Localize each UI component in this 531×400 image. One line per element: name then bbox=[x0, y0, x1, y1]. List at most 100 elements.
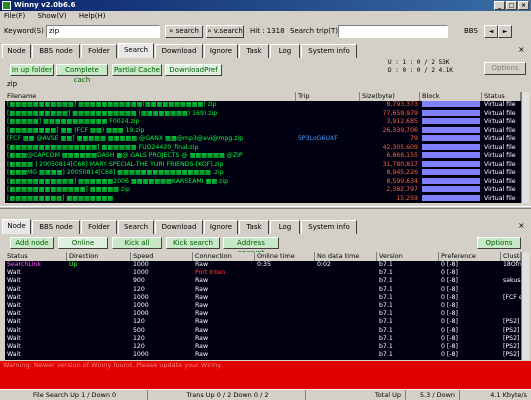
status-cell: Virtual file bbox=[484, 135, 516, 142]
search-result-row[interactable]: [▦▦▦▦▦▦▦▦▦] ▦▦▦▦▦▦▦▦ 15,259 Virtual file bbox=[5, 194, 521, 203]
col-no-data-time[interactable]: No data time bbox=[315, 252, 377, 261]
search-result-row[interactable]: [FCF ▦▦ @AVSE ▦▦] ▦▦▦▦▦ ▦▦▦▦▦ @GANX ▦▦@m… bbox=[5, 135, 521, 143]
search-results-scrollbar[interactable] bbox=[521, 92, 529, 203]
node-row[interactable]: Wait 1000 Raw b7.1 0 [-8] [FCF e bbox=[5, 294, 521, 302]
search-result-row[interactable]: [▦▦▦▦▦▦▦▦▦▦▦] ▦▦▦▦▦▦▦▦▦▦▦(▦▦▦▦▦▦▦▦▦▦) zi… bbox=[5, 101, 521, 109]
node-row[interactable]: Wait 120 Raw b7.1 0 [-8] [PS2] bbox=[5, 335, 521, 343]
search-result-row[interactable]: [▦▦▦▦▦▦▦▦▦▦] ▦▦▦▦▦▦▦▦▦▦▦ (▦▦▦▦▦▦▦▦) 169)… bbox=[5, 109, 521, 118]
tab-system-info[interactable]: System info bbox=[301, 220, 357, 234]
bottom-tab-strip: Node BBS node Folder Search Download Ign… bbox=[2, 219, 522, 234]
maximize-button[interactable]: □ bbox=[506, 1, 517, 10]
size-cell: 15,259 bbox=[396, 194, 418, 202]
col-direction[interactable]: Direction bbox=[67, 252, 131, 261]
tab-log[interactable]: Log bbox=[270, 220, 300, 234]
kick-search-button[interactable]: Kick search bbox=[166, 237, 220, 249]
col-status[interactable]: Status bbox=[5, 252, 67, 261]
tab-search[interactable]: Search bbox=[118, 43, 154, 58]
col-trip[interactable]: Trip bbox=[296, 92, 360, 101]
minimize-button[interactable]: _ bbox=[494, 1, 505, 10]
search-result-row[interactable]: [▦▦▦▦▦▦▦▦▦▦▦] ▦▦▦▦▦▦2006 ▦▦▦▦▦▦▦KARSEAMI… bbox=[5, 177, 521, 186]
tab-search[interactable]: Search bbox=[118, 220, 154, 234]
node-row[interactable]: Wait 120 Raw b7.1 0 [-8] [PS2] bbox=[5, 343, 521, 351]
node-row[interactable]: Wait 1000 Port Inten b7.1 0 [-8] bbox=[5, 269, 521, 277]
tab-task[interactable]: Task bbox=[239, 220, 269, 234]
node-status-cell: Wait bbox=[7, 277, 21, 285]
block-progress-bar bbox=[422, 143, 480, 150]
splitter[interactable] bbox=[0, 206, 531, 209]
col-version[interactable]: Version bbox=[377, 252, 439, 261]
tab-system-info[interactable]: System info bbox=[301, 44, 357, 58]
tab-task[interactable]: Task bbox=[239, 44, 269, 58]
close-button[interactable]: × bbox=[518, 1, 529, 10]
search-result-row[interactable]: [▦▦▦MG ▦▦▦▦] 20050814[C68] ▦▦▦▦▦▦▦▦▦▦▦▦▦… bbox=[5, 169, 521, 177]
node-row[interactable]: SearchLink Up 1000 Raw 0:35 0:02 b7.1 0 [-8] 18O… bbox=[5, 261, 521, 269]
online-button[interactable]: Online bbox=[58, 237, 108, 249]
add-node-button[interactable]: Add node bbox=[10, 237, 54, 249]
node-list-grid: SearchLink Up 1000 Raw 0:35 0:02 b7.1 0 [-8] 18O… bbox=[5, 261, 521, 360]
tab-folder[interactable]: Folder bbox=[81, 220, 117, 234]
tab-ignore[interactable]: Ignore bbox=[204, 220, 238, 234]
col-preference[interactable]: Preference bbox=[439, 252, 501, 261]
node-row[interactable]: Wait 1000 Raw b7.1 0 [-8] bbox=[5, 310, 521, 318]
search-result-row[interactable]: [▦▦▦▦▦▦▦▦] ▦▦ (FCF ▦▦) ▦▦▦ 19.zip 26,339,… bbox=[5, 126, 521, 135]
tab-download[interactable]: Download bbox=[155, 220, 203, 234]
bottom-options-button[interactable]: Options bbox=[477, 237, 521, 249]
vsearch-button[interactable]: » v.search bbox=[206, 25, 244, 38]
complete-cache-button[interactable]: Complete cach bbox=[56, 64, 108, 84]
node-row[interactable]: Wait 1000 Raw b7.1 0 [-8] bbox=[5, 302, 521, 310]
kick-all-button[interactable]: Kick all bbox=[112, 237, 162, 249]
bbs-prev-button[interactable]: ◄ bbox=[484, 25, 498, 38]
node-row[interactable]: Wait 500 Raw b7.1 0 [-8] [PS2] bbox=[5, 327, 521, 335]
status-cell: Virtual file bbox=[484, 143, 516, 151]
close-bottom-panel-icon[interactable]: × bbox=[518, 221, 525, 231]
bbs-next-button[interactable]: ► bbox=[498, 25, 512, 38]
col-status[interactable]: Status bbox=[482, 92, 521, 101]
status-cell: Virtual file bbox=[484, 152, 516, 159]
col-online-time[interactable]: Online time bbox=[255, 252, 315, 261]
in-up-folder-button[interactable]: In up folder bbox=[10, 64, 54, 76]
address-encrypt-button[interactable]: Address encrypt bbox=[223, 237, 279, 257]
search-result-row[interactable]: [▦▦▦▦▦▦▦▦▦▦▦▦▦] ▦▦▦▦▦ zip 2,382,797 Virtua… bbox=[5, 186, 521, 194]
keyword-input[interactable]: zip bbox=[46, 25, 160, 38]
node-speed-cell: 120 bbox=[133, 318, 145, 326]
trip-input[interactable] bbox=[338, 25, 448, 38]
tab-folder[interactable]: Folder bbox=[81, 44, 117, 58]
node-list-scrollbar[interactable] bbox=[521, 252, 529, 360]
status-cell: Virtual file bbox=[484, 101, 516, 108]
col-connection[interactable]: Connection bbox=[193, 252, 255, 261]
partial-cache-button[interactable]: Partial Cache bbox=[112, 64, 162, 76]
tab-bbs-node[interactable]: BBS node bbox=[32, 44, 80, 58]
tab-node[interactable]: Node bbox=[2, 44, 31, 58]
close-top-panel-icon[interactable]: × bbox=[518, 45, 525, 55]
options-button[interactable]: Options bbox=[484, 62, 526, 75]
tab-log[interactable]: Log bbox=[270, 44, 300, 58]
col-block[interactable]: Block bbox=[420, 92, 482, 101]
block-progress-bar bbox=[422, 101, 480, 107]
tab-bbs-node[interactable]: BBS node bbox=[32, 220, 80, 234]
tab-ignore[interactable]: Ignore bbox=[204, 44, 238, 58]
col-speed[interactable]: Speed bbox=[131, 252, 193, 261]
menu-help[interactable]: Help(H) bbox=[79, 12, 106, 20]
search-button[interactable]: » search bbox=[165, 25, 203, 38]
col-filename[interactable]: Filename bbox=[5, 92, 296, 101]
node-row[interactable]: Wait 900 Raw b7.1 0 [-8] sakus bbox=[5, 277, 521, 285]
col-cluster[interactable]: Cluster bbox=[501, 252, 521, 261]
filename-cell: [▦▦▦▦▦▦▦▦▦▦▦▦▦▦▦] ▦▦▦▦▦▦ FUO24420_final.… bbox=[7, 143, 199, 151]
search-result-row[interactable]: [▦▦▦▦ ] 20050814[C68] MARY SPECIAL-THE Y… bbox=[5, 160, 521, 169]
node-speed-cell: 1000 bbox=[133, 261, 149, 268]
search-result-row[interactable]: [▦▦▦▦▦] ▦▦▦▦▦▦▦▦▦▦▦ F0024.zip 3,912,685 Vi… bbox=[5, 118, 521, 126]
tab-node[interactable]: Node bbox=[2, 219, 31, 234]
node-preference-cell: 0 [-8] bbox=[441, 293, 458, 301]
node-row[interactable]: Wait 120 Raw b7.1 0 [-8] [PS2] bbox=[5, 318, 521, 326]
node-connection-cell: Raw bbox=[195, 318, 209, 326]
col-size[interactable]: Size(byte) bbox=[360, 92, 420, 101]
download-pref-button[interactable]: DownloadPref bbox=[165, 64, 222, 76]
node-preference-cell: 0 [-8] bbox=[441, 310, 458, 318]
node-row[interactable]: Wait 1000 Raw b7.1 0 [-8] [PS2] bbox=[5, 351, 521, 359]
search-result-row[interactable]: [▦▦▦@CAPCOM ▦▦▦▦▦▦DASH ▦@ GALS PROJECTS … bbox=[5, 152, 521, 160]
menu-show[interactable]: Show(V) bbox=[37, 12, 66, 20]
node-row[interactable]: Wait 120 Raw b7.1 0 [-8] bbox=[5, 286, 521, 294]
tab-download[interactable]: Download bbox=[155, 44, 203, 58]
search-result-row[interactable]: [▦▦▦▦▦▦▦▦▦▦▦▦▦▦▦] ▦▦▦▦▦▦ FUO24420_final.… bbox=[5, 143, 521, 152]
menu-file[interactable]: File(F) bbox=[4, 12, 25, 20]
